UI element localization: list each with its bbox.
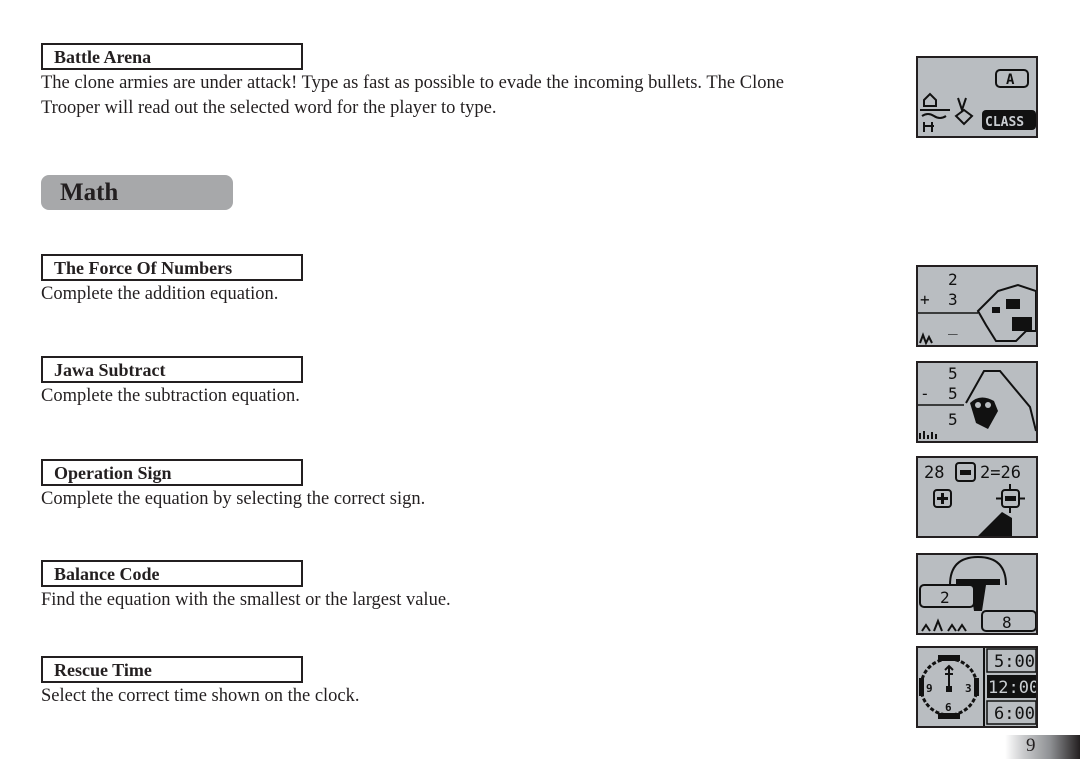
battle-arena-screenshot: A CLASS bbox=[920, 69, 1036, 132]
game-entry-battle-arena: Battle Arena The clone armies are under … bbox=[41, 43, 871, 121]
yoda-sprite bbox=[976, 283, 1036, 342]
game-description: Select the correct time shown on the clo… bbox=[41, 686, 360, 706]
game-title: Rescue Time bbox=[41, 656, 303, 683]
time-option-1: 5:00 bbox=[994, 652, 1035, 672]
balance-code-screenshot: 2 8 bbox=[919, 555, 1036, 632]
operand2: 5 bbox=[948, 384, 958, 403]
jawa-subtract-screenshot: 5 - 5 5 bbox=[918, 364, 1036, 439]
grass-sprite bbox=[919, 332, 933, 345]
operand1: 2 bbox=[948, 270, 958, 289]
game-description: Complete the addition equation. bbox=[41, 284, 279, 304]
clock-face: 9 3 6 bbox=[919, 655, 979, 719]
game-entry-force-of-numbers: The Force Of Numbers Complete the additi… bbox=[41, 254, 871, 307]
lcd-screen-operation-sign: 28 2=26 bbox=[916, 456, 1038, 538]
left-value: 2 bbox=[940, 588, 950, 607]
lcd-screen-balance-code: 2 8 bbox=[916, 553, 1038, 635]
lcd-screen-rescue-time: 9 3 6 5:00 12:00 6:00 bbox=[916, 646, 1038, 728]
lcd-screen-jawa-subtract: 5 - 5 5 bbox=[916, 361, 1038, 443]
jawa-sprite bbox=[965, 370, 1036, 432]
game-description: Complete the equation by selecting the c… bbox=[41, 489, 426, 509]
answer: _ bbox=[948, 316, 958, 335]
game-entry-rescue-time: Rescue Time Select the correct time show… bbox=[41, 656, 871, 709]
grass-sprite bbox=[919, 431, 937, 439]
game-entry-operation-sign: Operation Sign Complete the equation by … bbox=[41, 459, 871, 512]
clock-3: 3 bbox=[965, 682, 972, 695]
operator: - bbox=[920, 384, 930, 403]
plus-icon bbox=[937, 493, 948, 504]
equation-left: 28 bbox=[924, 463, 944, 483]
operand1: 5 bbox=[948, 364, 958, 383]
clock-9: 9 bbox=[926, 682, 933, 695]
letter-text: A bbox=[1006, 72, 1015, 88]
clone-trooper-sprite bbox=[920, 92, 974, 132]
section-header-math: Math bbox=[41, 175, 233, 210]
game-description: The clone armies are under attack! Type … bbox=[41, 73, 784, 118]
right-value: 8 bbox=[1002, 613, 1012, 632]
time-option-2: 12:00 bbox=[988, 678, 1036, 698]
force-of-numbers-screenshot: 2 + 3 _ bbox=[918, 270, 1036, 345]
lcd-screen-battle-arena: A CLASS bbox=[916, 56, 1038, 138]
game-title: Jawa Subtract bbox=[41, 356, 303, 383]
selected-sign-minus bbox=[960, 470, 971, 475]
game-entry-balance-code: Balance Code Find the equation with the … bbox=[41, 560, 871, 613]
page-number-bar bbox=[1005, 735, 1080, 759]
game-entry-jawa-subtract: Jawa Subtract Complete the subtraction e… bbox=[41, 356, 871, 409]
operator: + bbox=[920, 290, 930, 309]
game-title: Battle Arena bbox=[41, 43, 303, 70]
starfighter-sprite bbox=[978, 512, 1012, 536]
operand2: 3 bbox=[948, 290, 958, 309]
word-text: CLASS bbox=[985, 115, 1024, 130]
game-title: Operation Sign bbox=[41, 459, 303, 486]
game-description: Complete the subtraction equation. bbox=[41, 386, 300, 406]
rescue-time-screenshot: 9 3 6 5:00 12:00 6:00 bbox=[919, 648, 1036, 726]
operation-sign-screenshot: 28 2=26 bbox=[924, 462, 1025, 536]
minus-icon bbox=[1005, 496, 1016, 501]
time-option-3: 6:00 bbox=[994, 704, 1035, 724]
equation-right: 2=26 bbox=[980, 463, 1021, 483]
page-number: 9 bbox=[1026, 735, 1036, 756]
game-title: Balance Code bbox=[41, 560, 303, 587]
game-description: Find the equation with the smallest or t… bbox=[41, 590, 451, 610]
ground-sprite bbox=[921, 618, 967, 632]
clock-6: 6 bbox=[945, 701, 952, 714]
game-title: The Force Of Numbers bbox=[41, 254, 303, 281]
answer: 5 bbox=[948, 410, 958, 429]
lcd-screen-force-of-numbers: 2 + 3 _ bbox=[916, 265, 1038, 347]
